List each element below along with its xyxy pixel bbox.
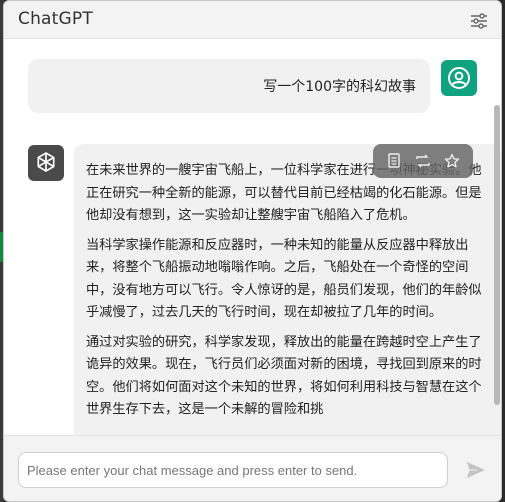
sliders-icon [471,13,487,29]
user-message-bubble: 写一个100字的科幻故事 [28,59,430,113]
user-avatar [441,60,477,96]
header-bar: ChatGPT [4,1,501,39]
copy-button[interactable] [384,151,404,171]
chat-scrollbar-thumb[interactable] [494,105,500,405]
favorite-button[interactable] [442,151,462,171]
assistant-paragraph: 当科学家操作能源和反应器时，一种未知的能量从反应器中释放出来，将整个飞船振动地嗡… [86,237,482,321]
user-message-row: 写一个100字的科幻故事 [28,59,478,113]
star-icon [445,153,460,168]
chat-message-input[interactable] [18,452,448,488]
regenerate-button[interactable] [413,151,433,171]
chat-window: ChatGPT 写一个100字的科幻故事 在未来世界的一艘宇宙飞船上，一位科学家… [3,0,502,502]
assistant-paragraph: 通过对实验的研究，科学家发现，释放出的能量在跨越时空上产生了诡异的效果。现在，飞… [86,334,482,418]
user-circle-icon [448,67,470,89]
user-message-text: 写一个100字的科幻故事 [263,79,416,95]
copy-icon [387,153,400,168]
composer-bar [4,435,501,501]
message-action-bar [373,144,473,178]
send-icon [467,462,485,478]
settings-button[interactable] [469,11,489,31]
send-button[interactable] [464,458,488,482]
openai-logo-icon [37,152,55,172]
assistant-message-text: 在未来世界的一艘宇宙飞船上，一位科学家在进行一项神秘实验。他正在研究一种全新的能… [86,160,494,429]
assistant-avatar [28,145,64,181]
assistant-message-bubble: 在未来世界的一艘宇宙飞船上，一位科学家在进行一项神秘实验。他正在研究一种全新的能… [74,144,501,435]
repeat-icon [416,154,430,168]
app-title: ChatGPT [18,9,93,29]
chat-history[interactable]: 写一个100字的科幻故事 在未来世界的一艘宇宙飞船上，一位科学家在进行一项神秘实… [4,39,501,435]
